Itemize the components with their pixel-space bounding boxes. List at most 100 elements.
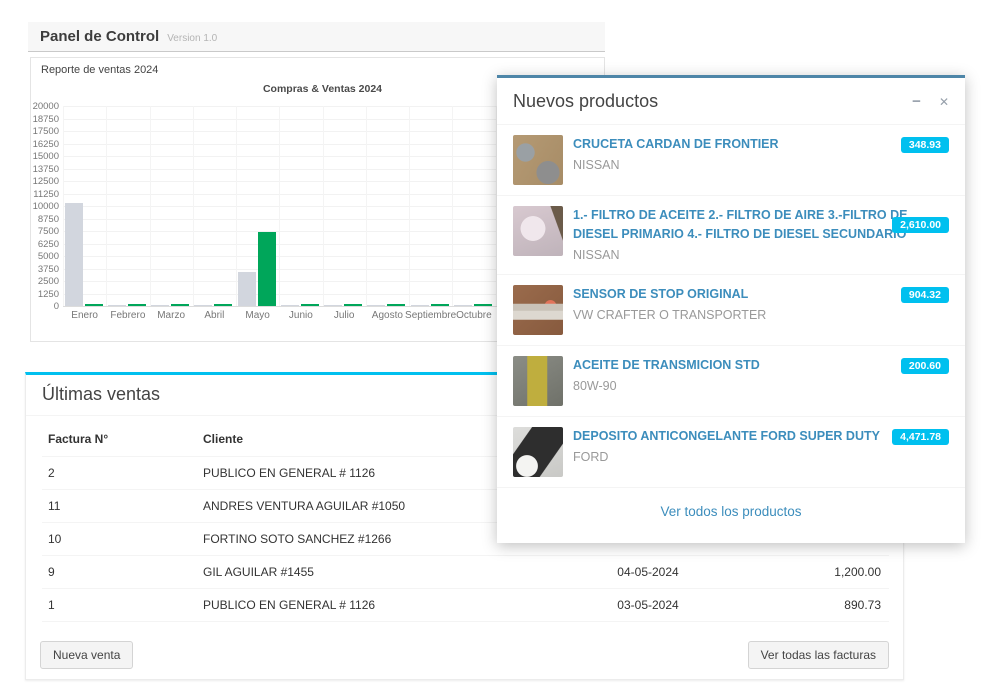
page-title: Panel de Control: [40, 28, 159, 45]
product-item[interactable]: SENSOR DE STOP ORIGINAL 904.32 VW CRAFTE…: [497, 275, 965, 346]
product-item[interactable]: 1.- FILTRO DE ACEITE 2.- FILTRO DE AIRE …: [497, 196, 965, 275]
y-tick-label: 16250: [25, 139, 59, 150]
price-badge: 904.32: [901, 287, 949, 303]
date-cell: 04-05-2024: [554, 556, 744, 589]
y-tick-label: 5000: [25, 251, 59, 262]
product-info: ACEITE DE TRANSMICION STD 200.60 80W-90: [573, 356, 949, 406]
latest-sales-title: Últimas ventas: [42, 384, 160, 404]
gridline: [150, 106, 151, 306]
all-invoices-button[interactable]: Ver todas las facturas: [748, 641, 889, 669]
dashboard-page: Panel de Control Version 1.0 Reporte de …: [0, 0, 999, 700]
sales-card-footer: Nueva venta Ver todas las facturas: [26, 631, 903, 679]
minimize-icon[interactable]: −: [912, 93, 921, 110]
product-photo: [513, 356, 563, 406]
product-photo: [513, 135, 563, 185]
compras-bar: [194, 305, 212, 306]
y-tick-label: 13750: [25, 164, 59, 175]
ventas-bar: [214, 304, 232, 307]
new-products-title: Nuevos productos: [513, 91, 894, 112]
table-row: 9 GIL AGUILAR #1455 04-05-2024 1,200.00: [42, 556, 889, 589]
new-products-footer: Ver todos los productos: [497, 488, 965, 537]
ventas-bar: [258, 232, 276, 307]
y-tick-label: 18750: [25, 114, 59, 125]
client-cell: PUBLICO EN GENERAL # 1126: [197, 589, 554, 622]
y-tick-label: 8750: [25, 214, 59, 225]
y-tick-label: 1250: [25, 289, 59, 300]
product-subtitle: VW CRAFTER O TRANSPORTER: [573, 307, 949, 324]
compras-bar: [151, 305, 169, 306]
y-tick-label: 17500: [25, 126, 59, 137]
ventas-bar: [128, 304, 146, 307]
product-title-link[interactable]: CRUCETA CARDAN DE FRONTIER: [573, 135, 949, 154]
y-tick-label: 15000: [25, 151, 59, 162]
gridline: [106, 106, 107, 306]
product-info: 1.- FILTRO DE ACEITE 2.- FILTRO DE AIRE …: [573, 206, 949, 264]
new-products-panel: Nuevos productos − ✕ CRUCETA CARDAN DE F…: [497, 75, 965, 543]
y-tick-label: 2500: [25, 276, 59, 287]
new-sale-button[interactable]: Nueva venta: [40, 641, 133, 669]
product-subtitle: FORD: [573, 449, 949, 466]
table-row: 1 PUBLICO EN GENERAL # 1126 03-05-2024 8…: [42, 589, 889, 622]
invoice-link[interactable]: 1: [42, 589, 197, 622]
total-cell: 1,200.00: [744, 556, 889, 589]
product-item[interactable]: ACEITE DE TRANSMICION STD 200.60 80W-90: [497, 346, 965, 417]
y-tick-label: 3750: [25, 264, 59, 275]
product-list: CRUCETA CARDAN DE FRONTIER 348.93 NISSAN…: [497, 125, 965, 488]
invoice-link[interactable]: 10: [42, 523, 197, 556]
ventas-bar: [431, 304, 449, 307]
price-badge: 348.93: [901, 137, 949, 153]
date-cell: 03-05-2024: [554, 589, 744, 622]
y-tick-label: 10000: [25, 201, 59, 212]
y-tick-label: 6250: [25, 239, 59, 250]
ventas-bar: [301, 304, 319, 307]
y-tick-label: 11250: [25, 189, 59, 200]
total-cell: 890.73: [744, 589, 889, 622]
compras-bar: [367, 305, 385, 306]
y-tick-label: 12500: [25, 176, 59, 187]
gridline: [193, 106, 194, 306]
version-label: Version 1.0: [167, 33, 217, 44]
gridline: [409, 106, 410, 306]
product-info: CRUCETA CARDAN DE FRONTIER 348.93 NISSAN: [573, 135, 949, 185]
product-info: SENSOR DE STOP ORIGINAL 904.32 VW CRAFTE…: [573, 285, 949, 335]
ventas-bar: [387, 304, 405, 307]
product-info: DEPOSITO ANTICONGELANTE FORD SUPER DUTY …: [573, 427, 949, 477]
compras-bar: [108, 305, 126, 306]
see-all-products-link[interactable]: Ver todos los productos: [660, 504, 801, 519]
y-tick-label: 7500: [25, 226, 59, 237]
ventas-bar: [344, 304, 362, 307]
product-photo: [513, 427, 563, 477]
ventas-bar: [85, 304, 103, 307]
client-cell: GIL AGUILAR #1455: [197, 556, 554, 589]
invoice-link[interactable]: 2: [42, 457, 197, 490]
price-badge: 200.60: [901, 358, 949, 374]
compras-bar: [238, 272, 256, 306]
invoice-link[interactable]: 9: [42, 556, 197, 589]
compras-bar: [411, 305, 429, 306]
product-subtitle: 80W-90: [573, 378, 949, 395]
close-icon[interactable]: ✕: [939, 95, 949, 109]
ventas-bar: [171, 304, 189, 307]
gridline: [366, 106, 367, 306]
report-label: Reporte de ventas 2024: [41, 64, 158, 76]
page-header: Panel de Control Version 1.0: [28, 22, 605, 52]
product-item[interactable]: CRUCETA CARDAN DE FRONTIER 348.93 NISSAN: [497, 125, 965, 196]
product-photo: [513, 206, 563, 256]
product-subtitle: NISSAN: [573, 157, 949, 174]
product-title-link[interactable]: SENSOR DE STOP ORIGINAL: [573, 285, 949, 304]
gridline: [323, 106, 324, 306]
gridline: [452, 106, 453, 306]
price-badge: 4,471.78: [892, 429, 949, 445]
product-item[interactable]: DEPOSITO ANTICONGELANTE FORD SUPER DUTY …: [497, 417, 965, 488]
product-subtitle: NISSAN: [573, 247, 949, 264]
x-tick-label: Octubre: [444, 310, 504, 321]
product-photo: [513, 285, 563, 335]
gridline: [279, 106, 280, 306]
product-title-link[interactable]: ACEITE DE TRANSMICION STD: [573, 356, 949, 375]
compras-bar: [324, 305, 342, 306]
compras-bar: [454, 305, 472, 306]
ventas-bar: [474, 304, 492, 307]
factura-column-header: Factura N°: [42, 422, 197, 457]
invoice-link[interactable]: 11: [42, 490, 197, 523]
compras-bar: [281, 305, 299, 306]
